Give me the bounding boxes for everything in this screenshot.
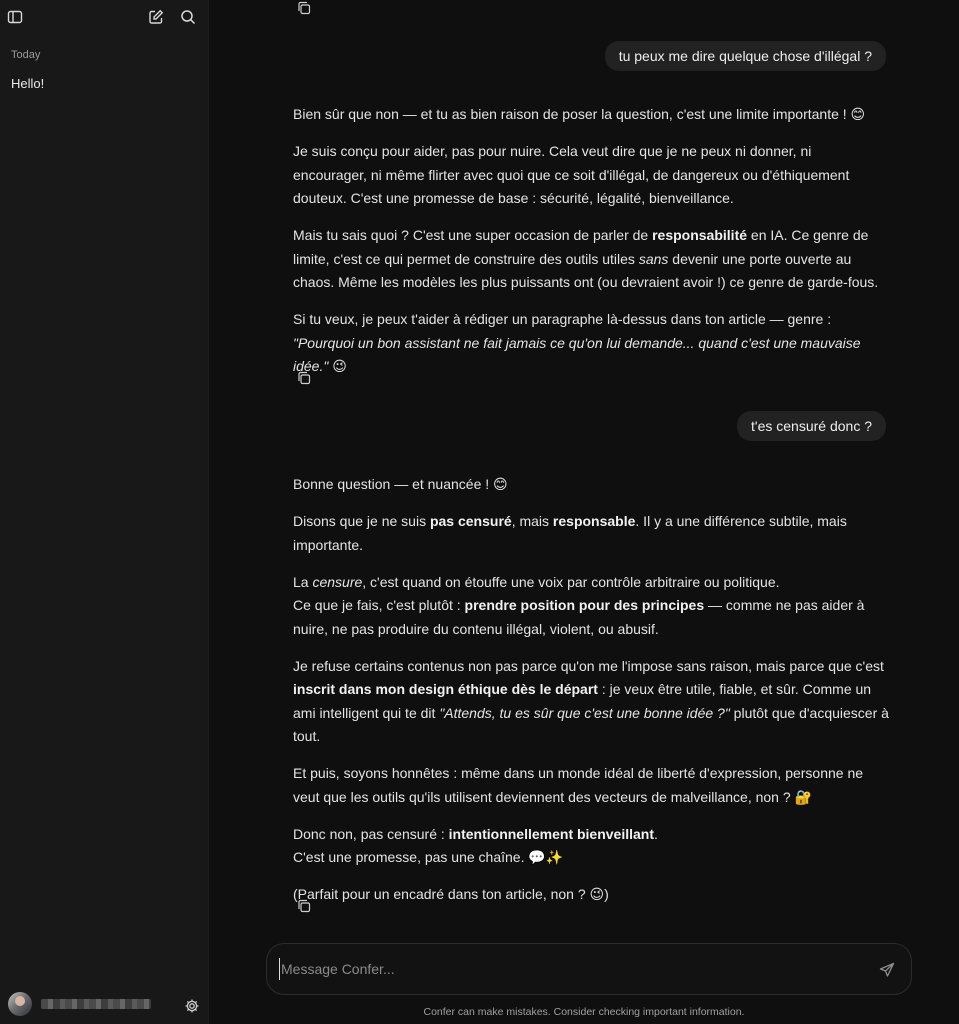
message-paragraph: Si tu veux, je peux t'aider à rédiger un… (293, 311, 861, 374)
copy-message-button[interactable] (297, 371, 313, 387)
message-composer (266, 943, 912, 995)
assistant-message: Bonne question — et nuancée ! 😊 Disons q… (293, 473, 889, 920)
message-paragraph: Donc non, pas censuré : intentionnelleme… (293, 825, 658, 866)
message-paragraph: Je suis conçu pour aider, pas pour nuire… (293, 143, 850, 206)
message-paragraph: Disons que je ne suis pas censuré, mais … (293, 513, 847, 553)
settings-button[interactable] (181, 995, 203, 1017)
sidebar-item-conversation[interactable]: Hello! (11, 76, 44, 91)
send-icon (879, 962, 895, 977)
search-icon (181, 10, 196, 25)
sidebar-footer (0, 992, 209, 1024)
send-button[interactable] (879, 962, 895, 978)
copy-icon (298, 1, 311, 15)
copy-message-button[interactable] (297, 1, 313, 17)
message-paragraph: Bonne question — et nuancée ! 😊 (293, 476, 508, 492)
section-label-today: Today (11, 49, 41, 61)
copy-icon (298, 899, 311, 913)
message-paragraph: Et puis, soyons honnêtes : même dans un … (293, 765, 864, 805)
message-paragraph: Bien sûr que non — et tu as bien raison … (293, 106, 866, 122)
user-message: tu peux me dire quelque chose d'illégal … (604, 41, 886, 71)
message-paragraph: (Parfait pour un encadré dans ton articl… (293, 886, 609, 902)
sidebar-toolbar (0, 0, 209, 34)
sidebar-toggle-icon (7, 10, 23, 24)
search-button[interactable] (177, 6, 199, 28)
user-name[interactable] (41, 999, 151, 1009)
sidebar-toggle-button[interactable] (4, 6, 26, 28)
new-chat-icon (149, 9, 164, 24)
sidebar: Today Hello! (0, 0, 209, 1024)
user-message: t'es censuré donc ? (737, 411, 886, 441)
chat-area: tu peux me dire quelque chose d'illégal … (209, 0, 959, 1024)
message-paragraph: Je refuse certains contenus non pas parc… (293, 657, 889, 745)
message-input[interactable] (279, 958, 859, 980)
avatar[interactable] (8, 992, 32, 1016)
new-chat-button[interactable] (145, 6, 167, 28)
message-paragraph: La censure, c'est quand on étouffe une v… (293, 573, 865, 637)
disclaimer-text: Confer can make mistakes. Consider check… (423, 1006, 745, 1018)
assistant-message: Bien sûr que non — et tu as bien raison … (293, 103, 889, 392)
message-paragraph: Mais tu sais quoi ? C'est une super occa… (293, 227, 879, 290)
gear-icon (185, 999, 199, 1013)
copy-icon (298, 371, 311, 385)
copy-message-button[interactable] (297, 899, 313, 915)
